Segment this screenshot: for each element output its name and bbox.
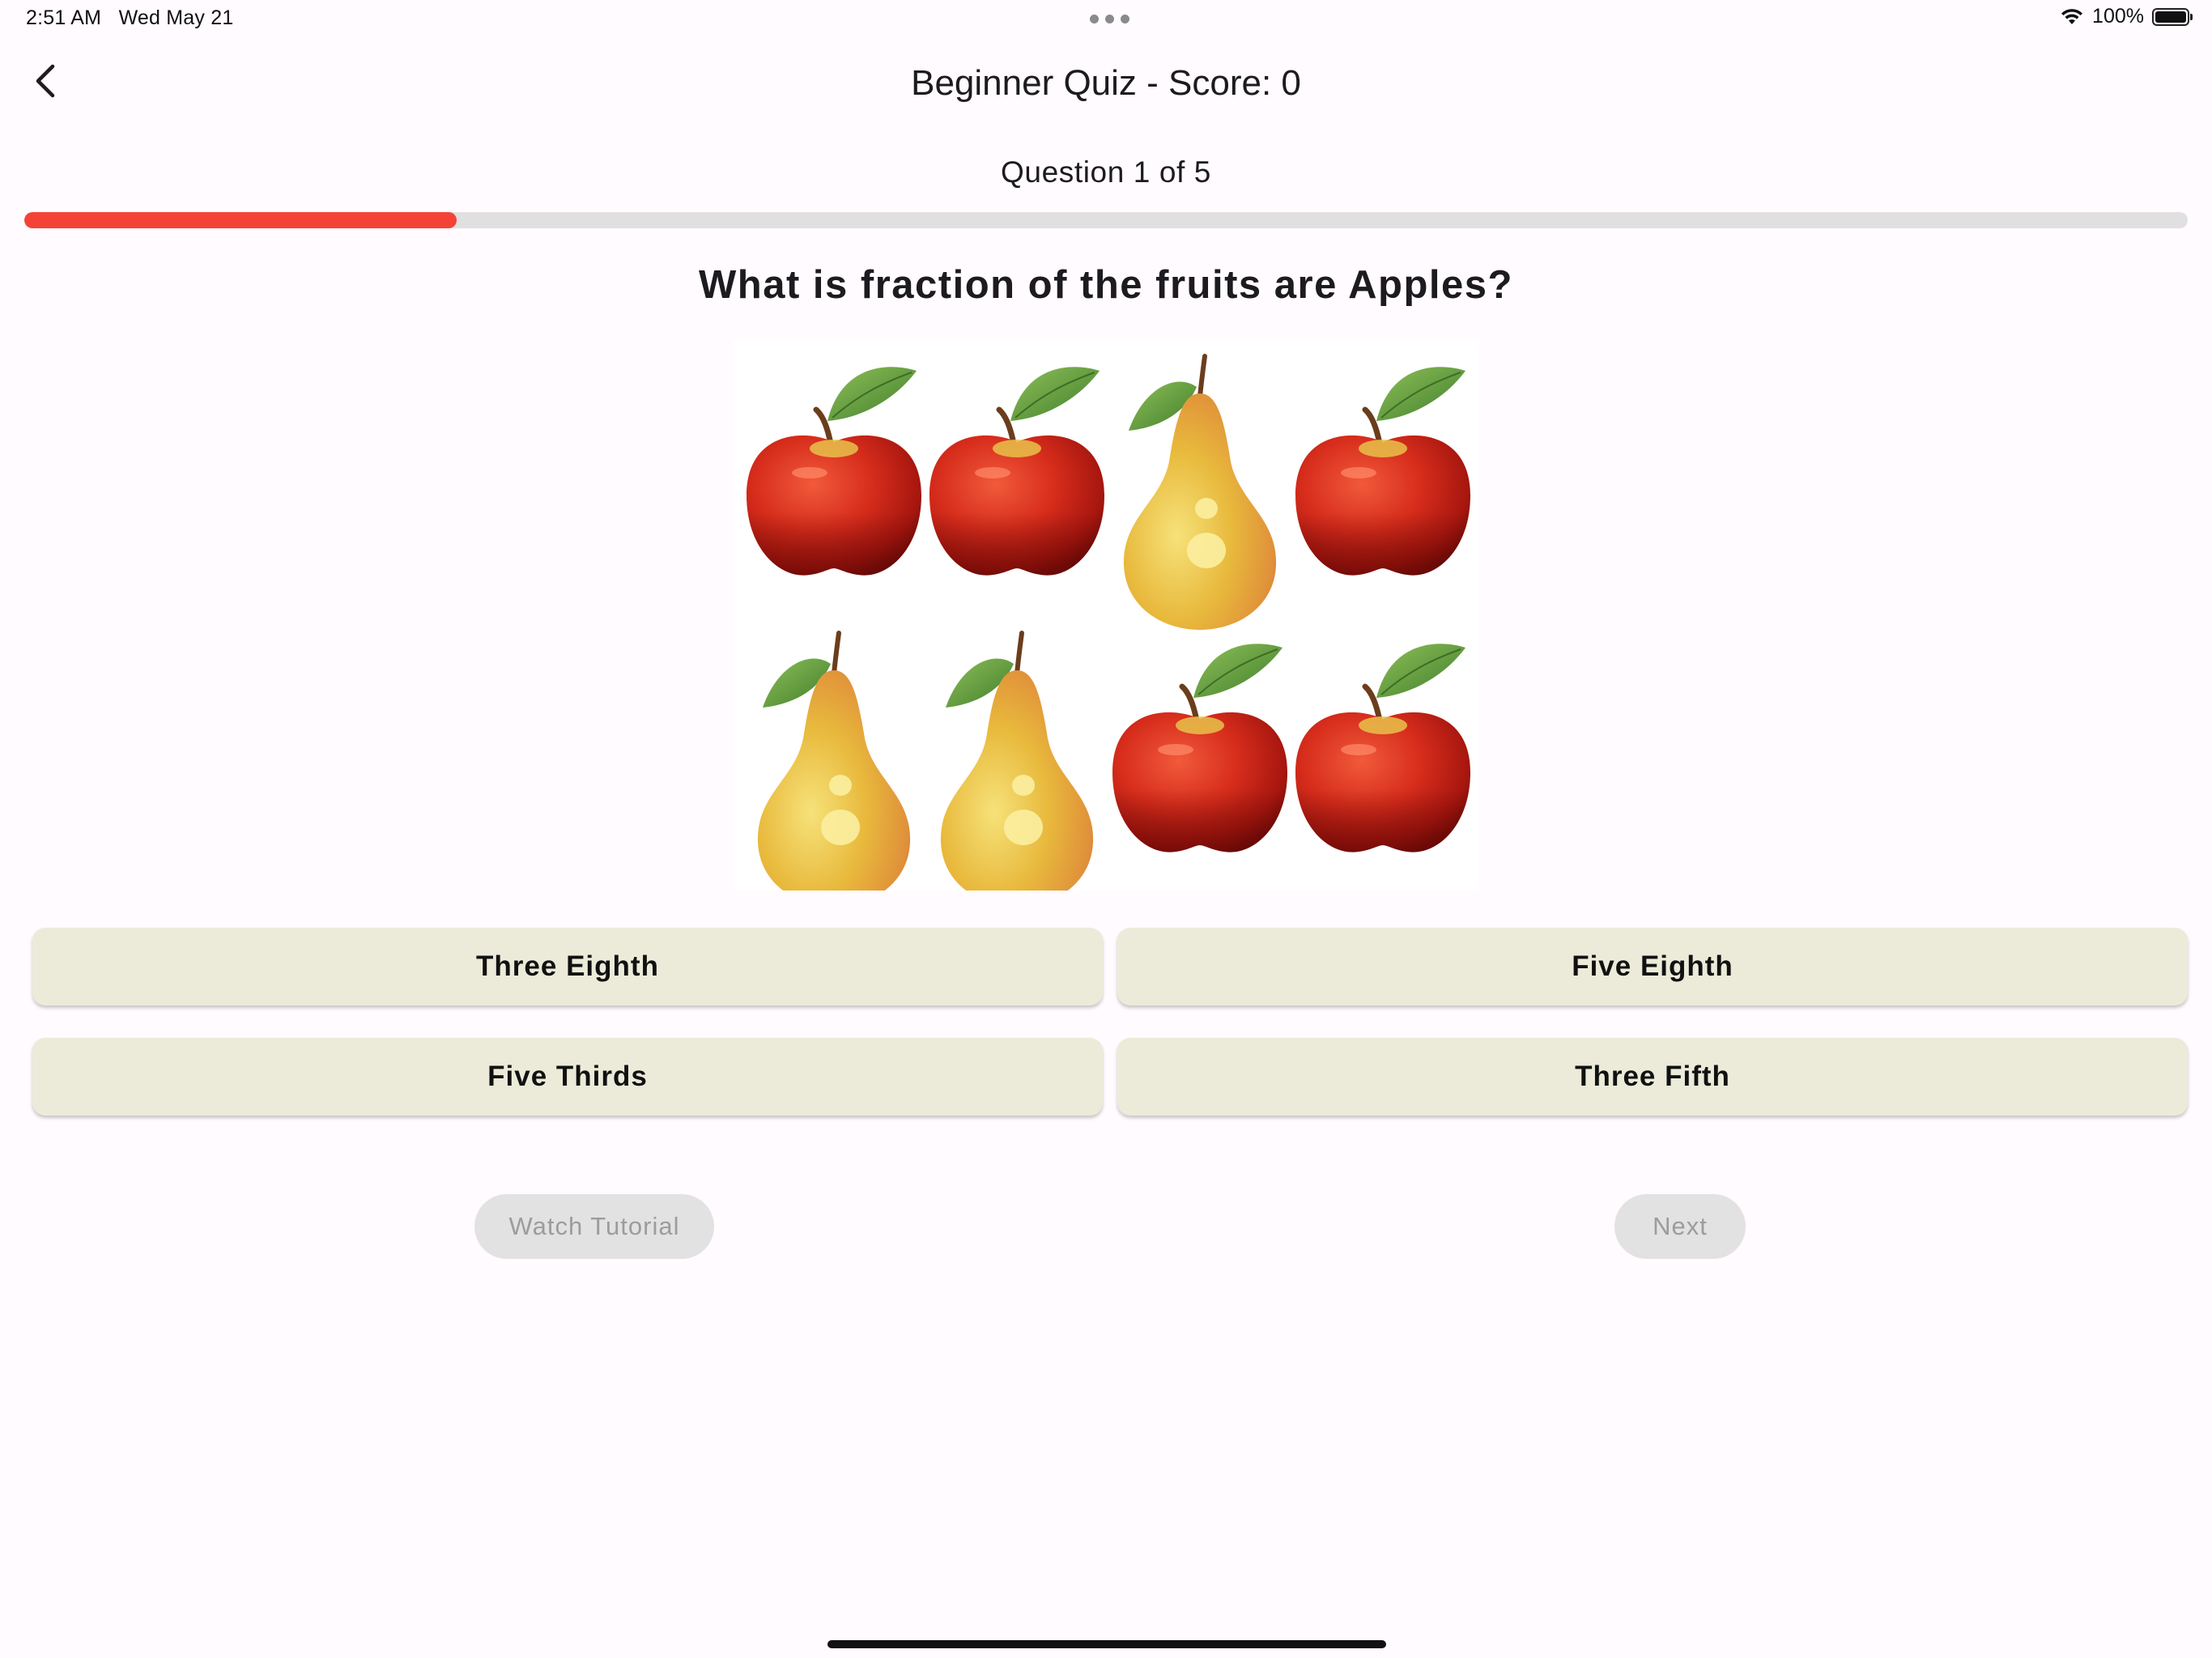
apple-6 bbox=[1112, 644, 1287, 852]
answer-option-4[interactable]: Three Fifth bbox=[1117, 1038, 2188, 1116]
apple-0 bbox=[747, 367, 921, 576]
watch-tutorial-button[interactable]: Watch Tutorial bbox=[474, 1194, 714, 1259]
progress-bar bbox=[24, 212, 2188, 228]
status-clock: 2:51 AM bbox=[26, 6, 102, 29]
battery-percent: 100% bbox=[2092, 5, 2144, 28]
apple-7 bbox=[1295, 644, 1470, 852]
status-date: Wed May 21 bbox=[118, 6, 234, 29]
pear-4 bbox=[757, 631, 911, 907]
question-text: What is fraction of the fruits are Apple… bbox=[699, 263, 1513, 307]
answer-option-1[interactable]: Three Eighth bbox=[32, 928, 1103, 1005]
battery-icon bbox=[2152, 7, 2193, 26]
answer-option-3[interactable]: Five Thirds bbox=[32, 1038, 1103, 1116]
status-time: 2:51 AM Wed May 21 bbox=[26, 6, 233, 30]
page-title: Beginner Quiz - Score: 0 bbox=[911, 63, 1301, 103]
answer-option-2[interactable]: Five Eighth bbox=[1117, 928, 2188, 1005]
status-indicators: 100% bbox=[2060, 5, 2193, 28]
home-indicator[interactable] bbox=[827, 1640, 1386, 1648]
apple-3 bbox=[1295, 367, 1470, 576]
question-image bbox=[734, 340, 1478, 907]
pear-2 bbox=[1123, 354, 1277, 630]
apple-1 bbox=[929, 367, 1104, 576]
progress-fill bbox=[24, 212, 457, 228]
wifi-icon bbox=[2061, 8, 2083, 24]
question-counter: Question 1 of 5 bbox=[1001, 155, 1211, 189]
next-button[interactable]: Next bbox=[1614, 1194, 1746, 1259]
multitask-dots-icon[interactable] bbox=[1090, 15, 1129, 23]
pear-5 bbox=[940, 631, 1094, 907]
